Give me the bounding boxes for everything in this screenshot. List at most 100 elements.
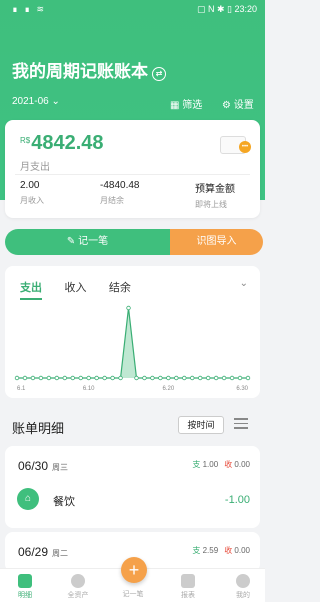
income-stat: 2.00 月收入 (20, 180, 44, 206)
entry-label[interactable]: 餐饮 (53, 493, 75, 509)
day-card: 06/30 周三 支 1.00 收 0.00 ⌂ 餐饮 -1.00 (5, 446, 260, 528)
page-title: 我的周期记账账本 ⇄ (12, 57, 166, 82)
divider (15, 174, 250, 175)
settings-label: 设置 (233, 100, 254, 111)
chart-point (62, 375, 67, 381)
chart-point (86, 375, 91, 381)
month-text: 2021-06 (12, 96, 49, 107)
status-bar: ∎ ∎ ≋ ▢ N ✱ ▯ 23:20 (0, 0, 265, 20)
chart-point (142, 375, 147, 381)
chart-point (213, 375, 219, 381)
chart-point (150, 375, 155, 381)
balance-label: 月结余 (100, 196, 124, 205)
chart-point (46, 375, 52, 381)
budget-value: 预算金额 (195, 184, 235, 195)
entry-amount: -1.00 (224, 494, 250, 506)
income-sum: 0.00 (234, 460, 250, 469)
income-label: 月收入 (20, 196, 44, 205)
chart-point (78, 375, 83, 381)
filter-label: 筛选 (182, 100, 203, 111)
settings-button[interactable]: ⚙ 设置 (222, 96, 254, 111)
month-selector[interactable]: 2021-06 ⌄ (12, 96, 60, 107)
chart-point (158, 375, 163, 381)
chart-point (205, 375, 211, 381)
page-title-text: 我的周期记账账本 (12, 62, 148, 81)
tab-reports[interactable]: 报表 (163, 574, 213, 600)
chart-point (126, 305, 131, 311)
budget-label: 即将上线 (195, 200, 227, 209)
chart-point (30, 375, 36, 381)
tab-label: 我的 (236, 592, 250, 599)
filter-button[interactable]: ▦ 筛选 (170, 96, 202, 111)
status-right: ▢ N ✱ ▯ 23:20 (196, 4, 257, 14)
expense-line-chart: 6.1 6.10 6.20 6.30 (14, 305, 251, 392)
import-button[interactable]: 识图导入 (170, 229, 263, 255)
tab-income[interactable]: 收入 (64, 279, 86, 295)
chart-point (174, 375, 179, 381)
balance-stat: -4840.48 月结余 (100, 180, 139, 206)
chart-point (198, 375, 203, 381)
details-icon (18, 574, 32, 588)
tab-balance[interactable]: 结余 (109, 279, 131, 295)
income-sum: 0.00 (234, 546, 250, 555)
chart-point (245, 375, 251, 381)
income-tag: 收 (224, 546, 233, 555)
tab-record[interactable]: 记一笔 (108, 589, 158, 599)
amount-value: 4842.48 (31, 132, 104, 154)
record-label: 记一笔 (78, 236, 109, 247)
tab-assets[interactable]: 全资产 (53, 574, 103, 600)
chart-card: 支出 收入 结余 ⌄ 6.1 6.10 6.20 6.30 (5, 266, 260, 398)
chart-point (102, 375, 107, 381)
chart-point (182, 375, 187, 381)
chart-point (221, 375, 227, 381)
x-tick-label: 6.30 (236, 386, 248, 392)
badge-dot: ••• (239, 141, 251, 153)
chart-point (190, 375, 195, 381)
tab-label: 报表 (181, 592, 195, 599)
expense-sum: 1.00 (202, 460, 219, 469)
chart-point (70, 375, 75, 381)
list-view-icon[interactable] (234, 418, 248, 432)
day-date: 06/30 周三 (18, 459, 68, 473)
day-date: 06/29 周二 (18, 545, 68, 559)
income-tag: 收 (224, 460, 233, 469)
chart-point (134, 375, 139, 381)
profile-icon (236, 574, 250, 588)
budget-icon[interactable]: ••• (220, 136, 251, 154)
chart-point (118, 375, 123, 381)
chart-point (14, 375, 20, 381)
chart-point (94, 375, 99, 381)
date-text: 06/29 (18, 545, 49, 559)
chart-point (229, 375, 235, 381)
chart-point (166, 375, 171, 381)
sort-button[interactable]: 按时间 (178, 416, 224, 434)
chart-point (22, 375, 28, 381)
balance-value: -4840.48 (100, 180, 140, 191)
expense-tag: 支 (192, 546, 201, 555)
reports-icon (181, 574, 195, 588)
add-record-button[interactable]: + (121, 557, 147, 583)
income-value: 2.00 (20, 180, 40, 191)
currency: R$ (20, 136, 31, 145)
x-tick-label: 6.10 (83, 386, 95, 392)
expense-sum: 2.59 (202, 546, 219, 555)
section-title: 账单明细 (12, 421, 65, 436)
budget-stat[interactable]: 预算金额 即将上线 (195, 180, 235, 210)
day-sums: 支 2.59 收 0.00 (192, 545, 250, 556)
chart-point (54, 375, 60, 381)
switch-book-icon[interactable]: ⇄ (152, 67, 166, 81)
x-tick-label: 6.20 (163, 386, 175, 392)
tab-details[interactable]: 明细 (0, 574, 50, 600)
monthly-expense-amount: R$4842.48 (20, 132, 104, 155)
tab-profile[interactable]: 我的 (218, 574, 268, 600)
date-text: 06/30 (18, 459, 49, 473)
chevron-down-icon[interactable]: ⌄ (240, 278, 248, 289)
tab-label: 全资产 (67, 592, 89, 599)
chart-point (38, 375, 44, 381)
tab-label: 记一笔 (122, 591, 144, 598)
tab-label: 明细 (18, 592, 32, 599)
expense-tag: 支 (192, 460, 201, 469)
x-tick-label: 6.1 (17, 386, 26, 392)
record-button[interactable]: ✎ 记一笔 (5, 229, 170, 255)
day-sums: 支 1.00 收 0.00 (192, 459, 250, 470)
